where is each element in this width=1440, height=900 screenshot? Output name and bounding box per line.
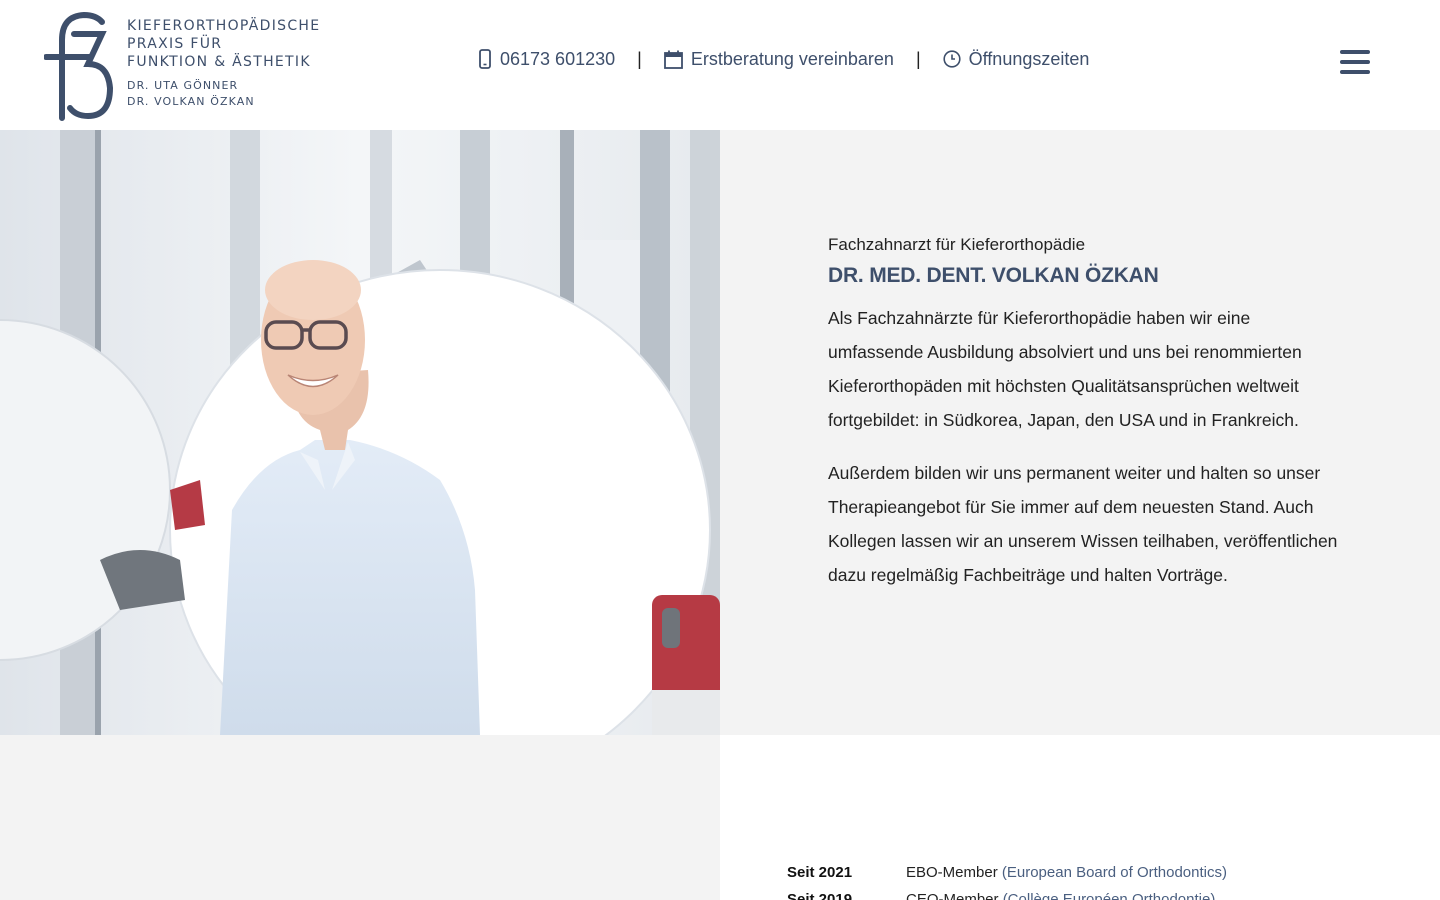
cv-row: Seit 2021 EBO-Member (European Board of …	[787, 859, 1407, 886]
cv-title: EBO-Member	[906, 864, 998, 881]
cv-detail: (European Board of Orthodontics)	[1001, 864, 1227, 881]
cv-list: Seit 2021 EBO-Member (European Board of …	[787, 859, 1407, 900]
lower-left-panel	[0, 735, 720, 900]
doctor-name: DR. UTA GÖNNER	[127, 79, 239, 92]
hours-link[interactable]: Öffnungszeiten	[943, 48, 1090, 70]
burger-bar	[1340, 60, 1370, 64]
brand-line: PRAXIS FÜR	[127, 36, 223, 52]
burger-bar	[1340, 50, 1370, 54]
practice-logo[interactable]: KIEFERORTHOPÄDISCHE PRAXIS FÜR FUNKTION …	[44, 10, 344, 122]
hours-label: Öffnungszeiten	[968, 48, 1090, 69]
doctor-name-heading: DR. MED. DENT. VOLKAN ÖZKAN	[828, 264, 1159, 287]
profile-paragraph: Außerdem bilden wir uns permanent weiter…	[828, 463, 1338, 585]
burger-bar	[1340, 70, 1370, 74]
doctor-name: DR. VOLKAN ÖZKAN	[127, 95, 255, 108]
doctor-profile-section: Fachzahnarzt für Kieferorthopädie DR. ME…	[720, 130, 1440, 735]
hamburger-menu-icon[interactable]	[1340, 50, 1370, 76]
profile-text-block: Fachzahnarzt für Kieferorthopädie DR. ME…	[828, 234, 1348, 592]
cv-title: CEO-Member	[906, 891, 999, 900]
cv-year: Seit 2019	[787, 891, 853, 900]
appointment-label: Erstberatung vereinbaren	[690, 48, 894, 69]
portrait-illustration	[0, 130, 720, 735]
clock-icon	[943, 50, 961, 68]
calendar-icon	[663, 50, 683, 69]
profile-paragraph: Als Fachzahnärzte für Kieferorthopädie h…	[828, 308, 1302, 430]
cv-section: Seit 2021 EBO-Member (European Board of …	[720, 735, 1440, 900]
phone-number: 06173 601230	[500, 48, 616, 69]
cv-row: Seit 2019 CEO-Member (Collège Européen O…	[787, 886, 1407, 900]
doctor-shirt	[220, 440, 480, 735]
logo-text: KIEFERORTHOPÄDISCHE PRAXIS FÜR FUNKTION …	[127, 17, 320, 110]
site-header: KIEFERORTHOPÄDISCHE PRAXIS FÜR FUNKTION …	[0, 0, 1440, 130]
cv-description: CEO-Member (Collège Européen Orthodontie…	[906, 886, 1215, 900]
nav-separator: |	[637, 48, 642, 69]
profile-subtitle: Fachzahnarzt für Kieferorthopädie	[828, 235, 1086, 254]
f3-logo-icon	[44, 11, 114, 121]
nav-separator: |	[915, 48, 921, 69]
doctor-portrait-photo	[0, 130, 720, 735]
phone-link[interactable]: 06173 601230	[478, 49, 615, 70]
phone-icon	[479, 49, 491, 69]
cv-year: Seit 2021	[787, 864, 853, 881]
cv-description: EBO-Member (European Board of Orthodonti…	[906, 859, 1227, 886]
contact-nav: 06173 601230 | Erstberatung vereinbaren …	[478, 46, 1089, 72]
appointment-link[interactable]: Erstberatung vereinbaren	[663, 48, 894, 70]
cv-detail: (Collège Européen Orthodontie)	[1002, 891, 1216, 900]
brand-line: FUNKTION & ÄSTHETIK	[127, 54, 311, 70]
brand-line: KIEFERORTHOPÄDISCHE	[127, 18, 321, 34]
